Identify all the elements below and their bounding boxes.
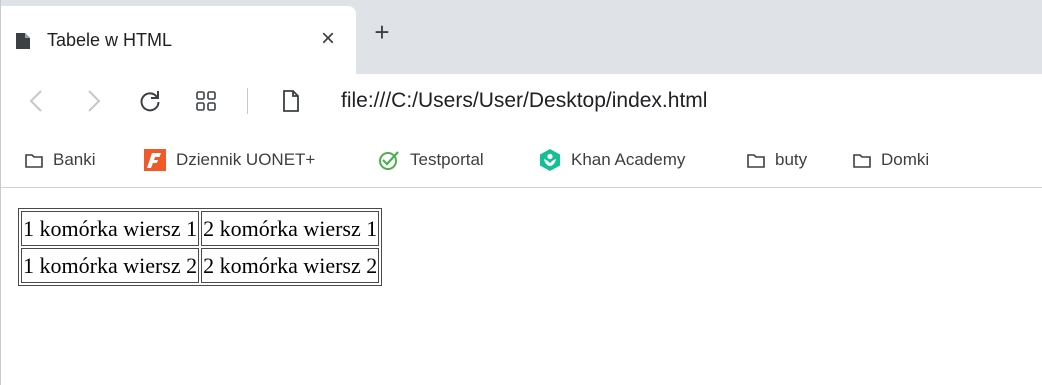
address-bar[interactable]: file:///C:/Users/User/Desktop/index.html [341,89,707,113]
bookmark-dziennik-uonet[interactable]: Dziennik UONET+ [144,145,315,175]
bookmark-khan-academy[interactable]: Khan Academy [539,145,685,175]
apps-button[interactable] [191,86,221,116]
page-content: 1 komórka wiersz 1 2 komórka wiersz 1 1 … [1,189,1042,385]
table-row: 1 komórka wiersz 2 2 komórka wiersz 2 [21,248,380,283]
khan-academy-icon [540,149,560,171]
tab-title: Tabele w HTML [47,30,173,50]
reload-icon [140,91,160,112]
back-arrow-icon [29,90,42,112]
close-icon[interactable]: × [317,27,339,51]
folder-icon [747,153,765,168]
forward-button[interactable] [79,86,109,116]
table-cell: 1 komórka wiersz 2 [21,248,200,283]
tab-strip: Tabele w HTML × + [1,0,1042,74]
toolbar: file:///C:/Users/User/Desktop/index.html [1,74,1042,132]
html-table: 1 komórka wiersz 1 2 komórka wiersz 1 1 … [18,208,383,286]
folder-icon [25,153,43,168]
table-cell: 1 komórka wiersz 1 [21,211,200,246]
testportal-icon [379,151,399,170]
bookmark-label: Testportal [410,150,484,169]
file-icon [16,33,30,49]
bookmark-label: Khan Academy [571,150,686,169]
bookmark-label: Banki [53,150,96,169]
browser-window: Tabele w HTML × + file:///C:/Users/User/… [0,0,1042,385]
toolbar-separator [247,88,248,114]
bookmark-label: Domki [881,150,930,169]
document-icon [283,90,299,112]
bookmarks-bar: Banki Dziennik UONET+ Testportal Khan Ac… [1,132,1042,188]
uonet-icon [144,149,166,171]
folder-icon [853,153,871,168]
tab-active[interactable]: Tabele w HTML × [1,6,356,74]
bookmark-label: buty [775,150,808,169]
back-button[interactable] [21,86,51,116]
bookmark-domki[interactable]: Domki [853,145,929,175]
new-tab-button[interactable]: + [368,18,396,46]
table-cell: 2 komórka wiersz 2 [201,248,380,283]
bookmark-banki[interactable]: Banki [25,145,96,175]
table-cell: 2 komórka wiersz 1 [201,211,380,246]
reload-button[interactable] [135,86,165,116]
forward-arrow-icon [88,90,101,112]
grid-icon [196,91,216,111]
bookmark-testportal[interactable]: Testportal [378,145,484,175]
table-row: 1 komórka wiersz 1 2 komórka wiersz 1 [21,211,380,246]
bookmark-buty[interactable]: buty [747,145,807,175]
bookmark-label: Dziennik UONET+ [176,150,316,169]
page-info-button[interactable] [280,88,302,114]
